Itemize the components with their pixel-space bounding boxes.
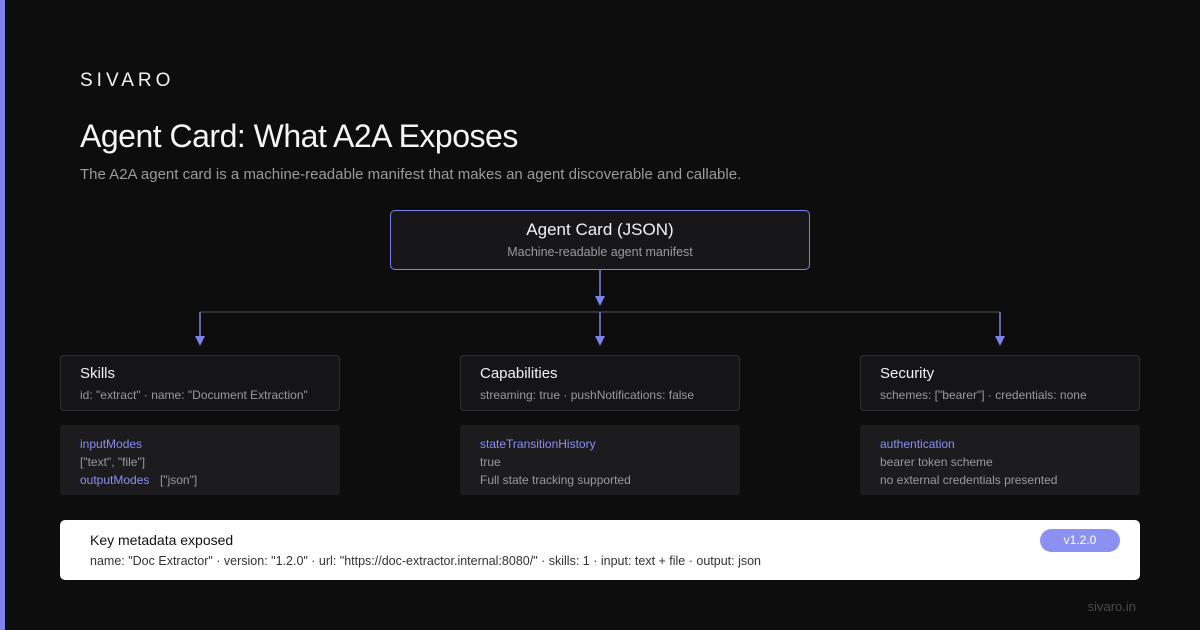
accent-bar — [0, 0, 5, 630]
capabilities-desc: streaming: true · pushNotifications: fal… — [480, 388, 695, 402]
state-history-note: Full state tracking supported — [480, 473, 631, 487]
agent-card-subtitle: Machine-readable agent manifest — [507, 245, 693, 259]
authentication-value: bearer token scheme — [880, 455, 993, 469]
skills-desc: id: "extract" · name: "Document Extracti… — [80, 388, 308, 402]
metadata-title: Key metadata exposed — [90, 532, 234, 548]
input-modes-key: inputModes — [80, 437, 143, 451]
authentication-note: no external credentials presented — [880, 473, 1058, 487]
security-title: Security — [880, 365, 935, 382]
page-subtitle: The A2A agent card is a machine-readable… — [80, 166, 742, 183]
skills-detail: inputModes ["text", "file"] outputModes … — [60, 425, 340, 495]
security-detail: authentication bearer token scheme no ex… — [860, 425, 1140, 495]
skills-title: Skills — [80, 365, 116, 382]
agent-card-node: Agent Card (JSON) Machine-readable agent… — [390, 210, 810, 270]
state-history-key: stateTransitionHistory — [480, 437, 596, 451]
brand-logo: SIVARO — [80, 70, 175, 91]
metadata-panel: Key metadata exposed name: "Doc Extracto… — [60, 520, 1140, 580]
skills-node: Skills id: "extract" · name: "Document E… — [60, 355, 340, 411]
state-history-value: true — [480, 455, 501, 469]
footer-url: sivaro.in — [1087, 599, 1136, 614]
security-node: Security schemes: ["bearer"] · credentia… — [860, 355, 1140, 411]
capabilities-title: Capabilities — [480, 365, 558, 382]
metadata-line: name: "Doc Extractor" · version: "1.2.0"… — [90, 554, 762, 568]
authentication-key: authentication — [880, 437, 955, 451]
agent-card-title: Agent Card (JSON) — [526, 220, 674, 239]
page-title: Agent Card: What A2A Exposes — [80, 118, 518, 154]
output-modes-key: outputModes — [80, 473, 150, 487]
version-badge: v1.2.0 — [1040, 529, 1120, 552]
security-desc: schemes: ["bearer"] · credentials: none — [880, 388, 1087, 402]
input-modes-value: ["text", "file"] — [80, 455, 146, 469]
capabilities-detail: stateTransitionHistory true Full state t… — [460, 425, 740, 495]
output-modes-value: ["json"] — [160, 473, 198, 487]
capabilities-node: Capabilities streaming: true · pushNotif… — [460, 355, 740, 411]
